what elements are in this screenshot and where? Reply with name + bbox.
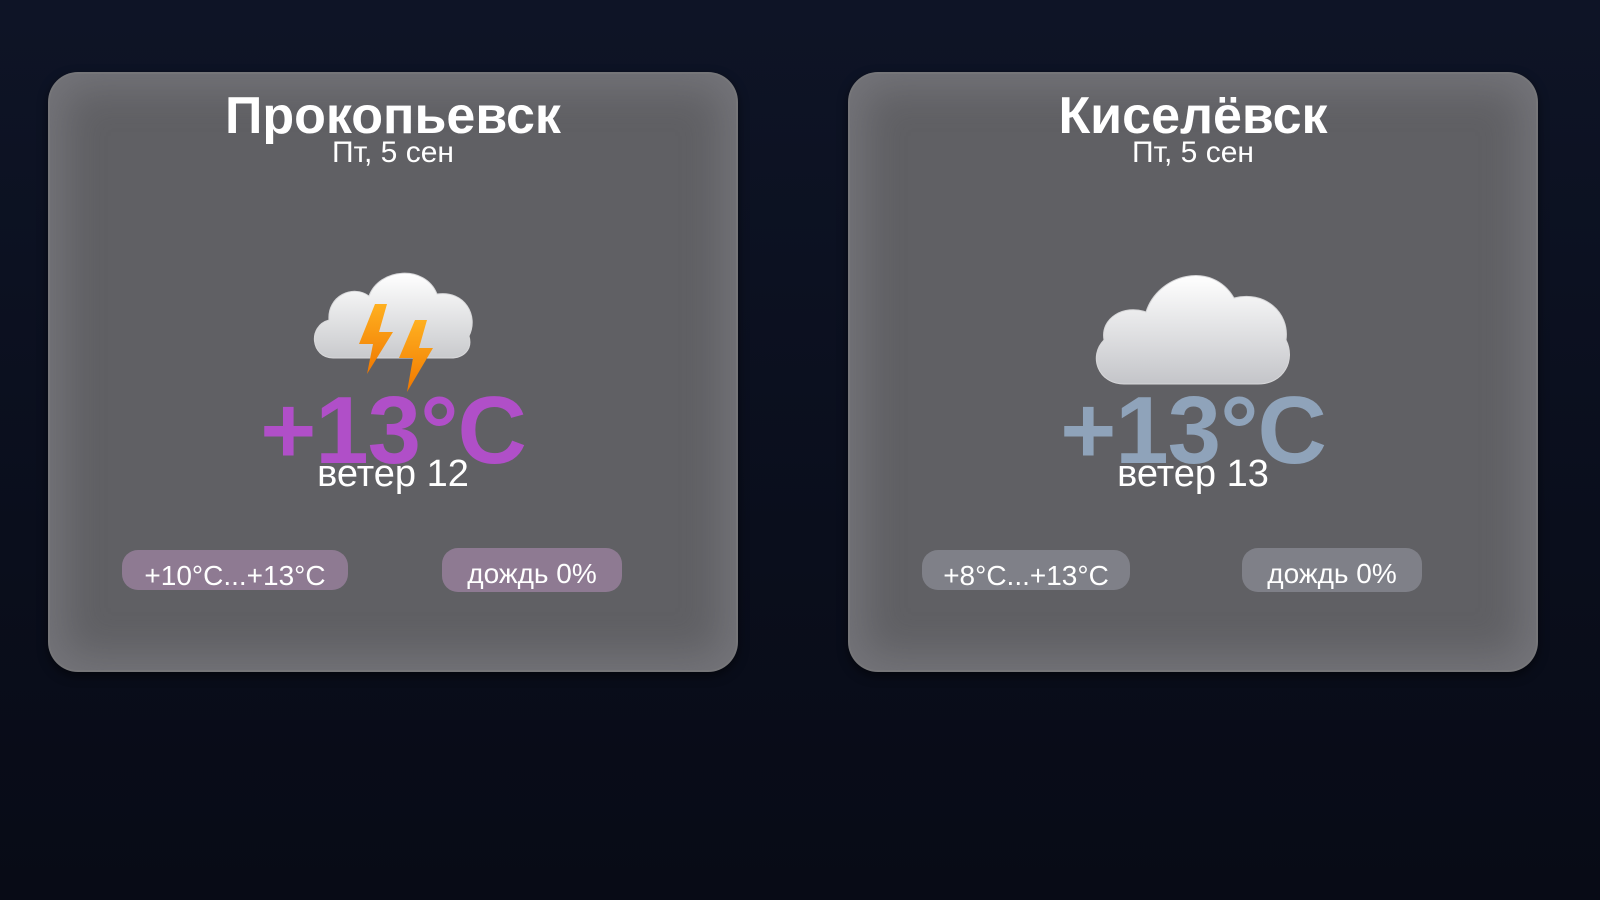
wind-speed: ветер 13 [1117, 453, 1269, 495]
temperature-range-badge: +10°C...+13°C [122, 550, 348, 590]
temperature-range-badge: +8°C...+13°C [922, 550, 1130, 590]
rain-chance-badge: дождь 0% [442, 548, 622, 592]
date-label: Пт, 5 сен [1132, 136, 1254, 169]
weather-card-kiselyovsk: Киселёвск Пт, 5 сен +13°C ветер 13 +8°C.… [848, 72, 1538, 672]
wind-speed: ветер 12 [317, 453, 469, 495]
thunderstorm-icon [313, 272, 473, 392]
rain-chance-badge: дождь 0% [1242, 548, 1422, 592]
cloud-icon [1095, 275, 1290, 385]
weather-card-prokopyevsk: Прокопьевск Пт, 5 сен +13°C ветер 12 +10… [48, 72, 738, 672]
date-label: Пт, 5 сен [332, 136, 454, 169]
